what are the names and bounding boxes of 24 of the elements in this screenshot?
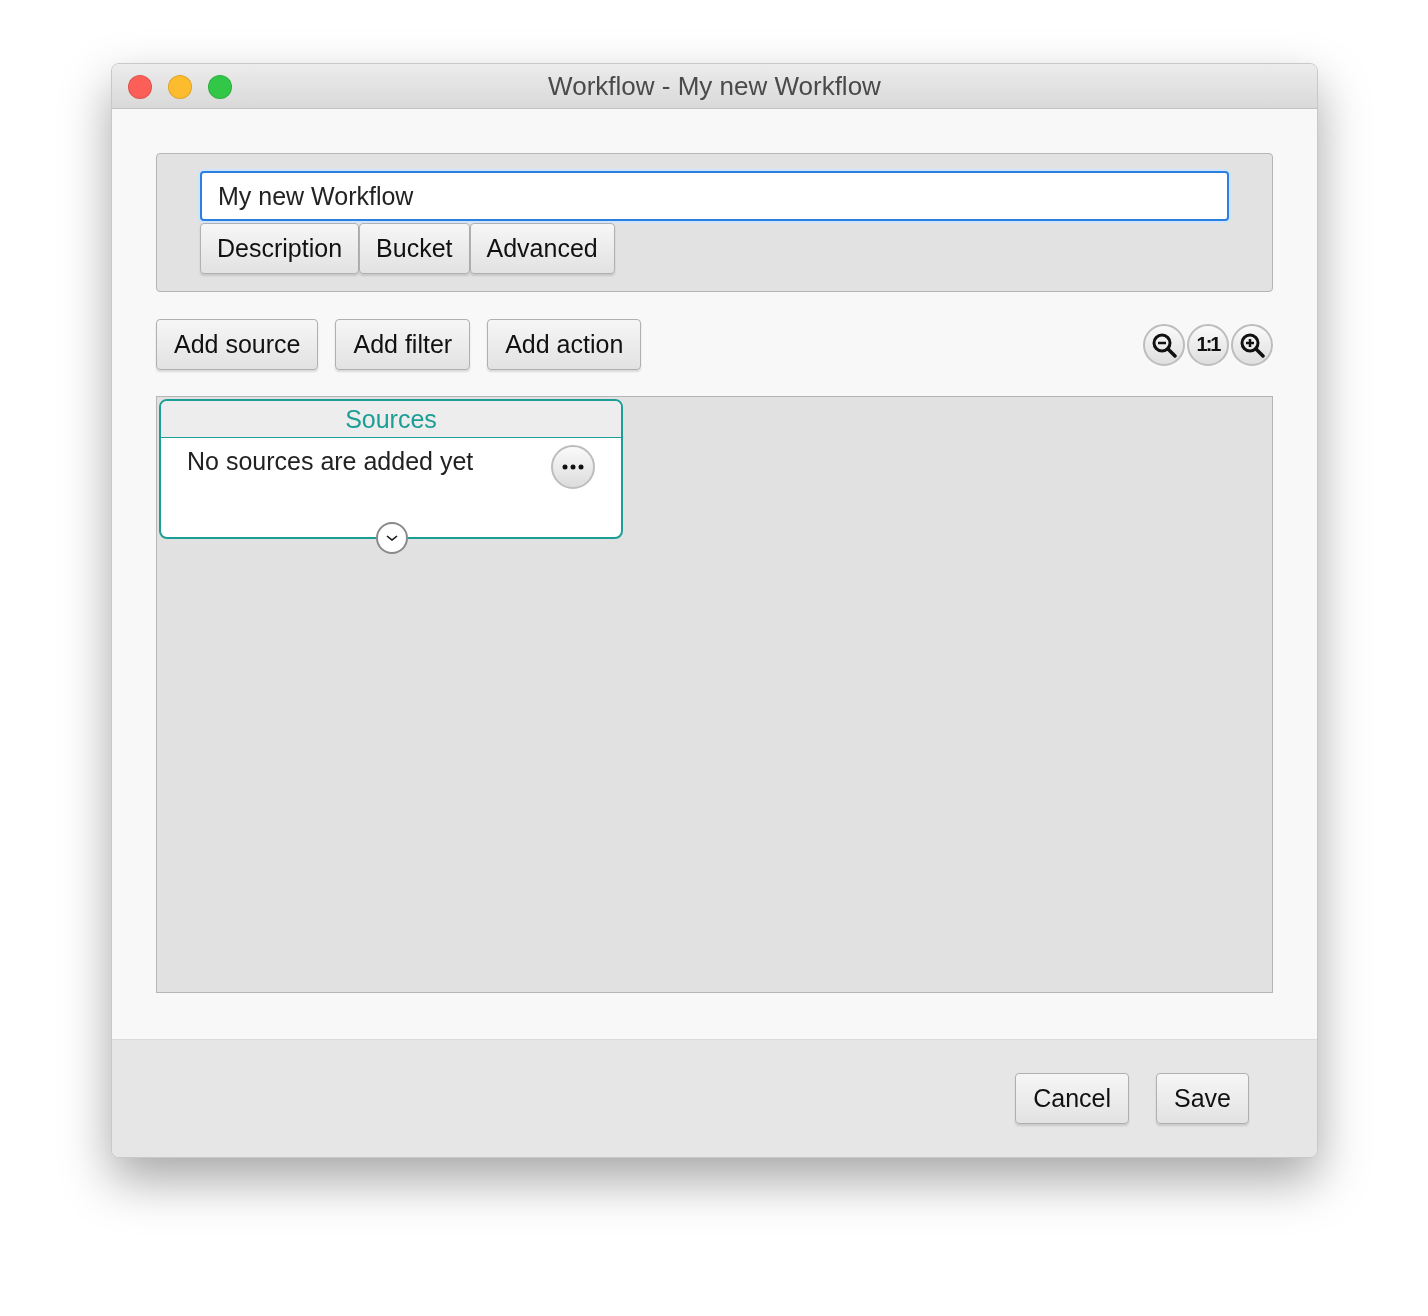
window-title: Workflow - My new Workflow bbox=[548, 70, 881, 102]
workflow-name-field[interactable]: My new Workflow bbox=[200, 171, 1229, 221]
node-title: Sources bbox=[345, 404, 437, 434]
zoom-button[interactable] bbox=[208, 75, 232, 99]
expand-button[interactable] bbox=[376, 522, 408, 554]
dialog-button[interactable]: Cancel bbox=[1015, 1073, 1129, 1124]
ellipsis-icon bbox=[562, 464, 584, 470]
add-button[interactable]: Add filter bbox=[335, 319, 471, 370]
section-button[interactable]: Description bbox=[200, 223, 360, 274]
zoom-in-icon bbox=[1239, 331, 1265, 358]
node-message: No sources are added yet bbox=[187, 447, 474, 476]
section-button[interactable]: Bucket bbox=[359, 223, 470, 274]
chevron-down-icon bbox=[386, 535, 398, 541]
dialog-button[interactable]: Save bbox=[1156, 1073, 1249, 1124]
minimize-button[interactable] bbox=[168, 75, 192, 99]
section-button[interactable]: Advanced bbox=[469, 223, 615, 274]
zoom-in-button[interactable] bbox=[1231, 323, 1273, 366]
close-button[interactable] bbox=[128, 75, 152, 99]
more-button[interactable] bbox=[551, 445, 595, 489]
zoom-reset-button[interactable]: 1:1 bbox=[1187, 323, 1229, 366]
zoom-out-icon bbox=[1151, 331, 1177, 358]
zoom-out-button[interactable] bbox=[1143, 323, 1185, 366]
add-button[interactable]: Add source bbox=[156, 319, 319, 370]
add-button[interactable]: Add action bbox=[487, 319, 642, 370]
